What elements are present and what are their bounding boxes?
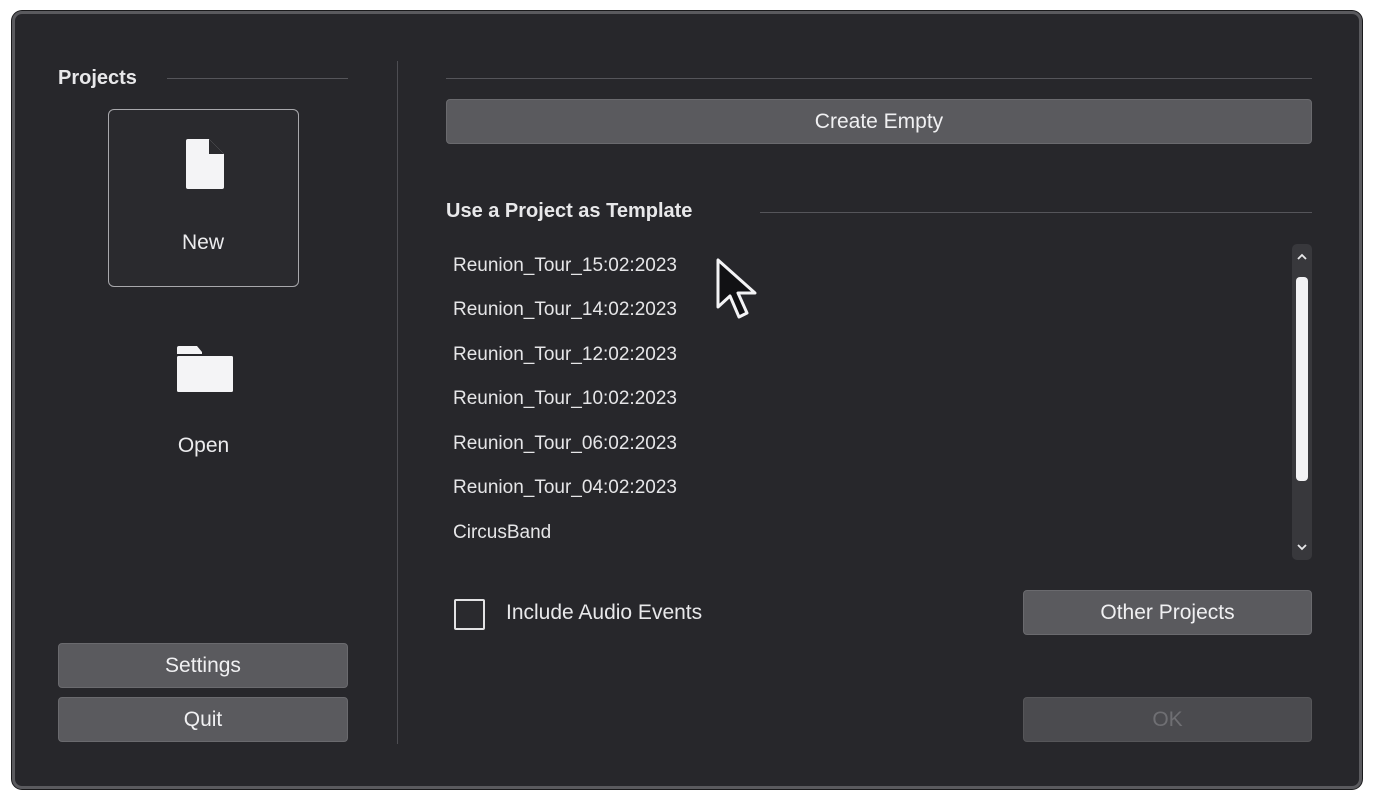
new-project-label: New	[181, 231, 224, 254]
sidebar-divider	[397, 61, 398, 744]
new-document-icon	[186, 139, 224, 189]
include-audio-checkbox[interactable]	[454, 599, 485, 630]
open-project-label: Open	[177, 434, 230, 457]
top-divider	[446, 78, 1312, 79]
create-empty-button[interactable]: Create Empty	[446, 99, 1312, 144]
template-item[interactable]: CircusBand	[445, 518, 853, 548]
scroll-thumb[interactable]	[1296, 277, 1308, 481]
chevron-down-icon[interactable]	[1292, 536, 1312, 558]
template-item[interactable]: Reunion_Tour_04:02:2023	[445, 473, 853, 503]
include-audio-label: Include Audio Events	[506, 601, 703, 624]
projects-title-divider	[167, 78, 348, 79]
template-item[interactable]: Reunion_Tour_10:02:2023	[445, 384, 853, 414]
folder-icon	[177, 346, 233, 392]
template-item[interactable]: Reunion_Tour_15:02:2023	[445, 251, 853, 281]
template-section-title: Use a Project as Template	[446, 200, 693, 222]
template-item[interactable]: Reunion_Tour_14:02:2023	[445, 295, 853, 325]
project-hub-dialog: Projects New Open Settings Quit Create E…	[12, 11, 1362, 789]
template-title-divider	[760, 212, 1312, 213]
template-list-scrollbar[interactable]	[1292, 244, 1312, 560]
template-list: Reunion_Tour_15:02:2023 Reunion_Tour_14:…	[445, 244, 1265, 559]
other-projects-button[interactable]: Other Projects	[1023, 590, 1312, 635]
chevron-up-icon[interactable]	[1292, 245, 1312, 267]
ok-button[interactable]: OK	[1023, 697, 1312, 742]
new-project-tile[interactable]: New	[108, 109, 299, 287]
template-item[interactable]: Reunion_Tour_12:02:2023	[445, 340, 853, 370]
open-project-tile[interactable]: Open	[108, 334, 299, 474]
settings-button[interactable]: Settings	[58, 643, 348, 688]
template-item[interactable]: Reunion_Tour_06:02:2023	[445, 429, 853, 459]
projects-section-title: Projects	[58, 67, 137, 89]
quit-button[interactable]: Quit	[58, 697, 348, 742]
